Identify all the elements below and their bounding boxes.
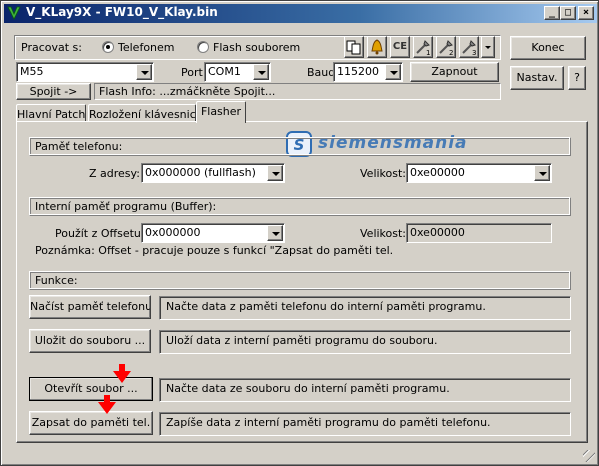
port-select[interactable]: COM1 (204, 62, 271, 82)
baud-value: 115200 (337, 65, 379, 78)
status-bar (4, 446, 597, 464)
red-arrow-icon (113, 364, 131, 383)
tools-dropdown-icon[interactable] (481, 36, 495, 58)
tab-rozlozeni[interactable]: Rozložení klávesnice (88, 104, 203, 122)
nastav-button[interactable]: Nastav. (510, 66, 564, 90)
app-icon (7, 6, 21, 20)
tool1-icon[interactable]: 1 (413, 36, 433, 58)
help-button[interactable]: ? (568, 66, 586, 90)
svg-text:1: 1 (426, 49, 430, 56)
size-select[interactable]: 0xe00000 (406, 163, 552, 183)
svg-text:3: 3 (472, 49, 476, 56)
mode-phone-label[interactable]: Telefonem (118, 41, 175, 54)
mode-file-label[interactable]: Flash souborem (213, 41, 300, 54)
from-addr-value: 0x000000 (fullflash) (145, 166, 256, 179)
window-title: V_KLay9X - FW10_V_Klay.bin (26, 5, 218, 19)
ce-icon[interactable]: CE (390, 36, 410, 58)
functions-title: Funkce: (35, 274, 78, 287)
model-select[interactable]: M55 (16, 62, 154, 82)
save-to-file-desc: Uloží data z interní paměti programu do … (159, 330, 571, 354)
buf-size-label: Velikost: (360, 227, 407, 240)
offset-value: 0x000000 (145, 226, 201, 239)
chevron-down-icon[interactable] (267, 165, 283, 181)
mode-file-radio[interactable] (197, 41, 209, 53)
resize-grip-icon[interactable] (583, 450, 595, 462)
functions-header (29, 271, 571, 290)
tab-hlavni-patch[interactable]: Hlavní Patch (16, 104, 86, 122)
baud-select[interactable]: 115200 (333, 62, 403, 82)
port-label: Port (181, 66, 203, 79)
size-label: Velikost: (360, 167, 407, 180)
write-phone-mem-button[interactable]: Zapsat do paměti tel. (29, 411, 153, 435)
main-window: V_KLay9X - FW10_V_Klay.bin _ □ × Pracova… (0, 0, 599, 466)
red-arrow-icon (98, 395, 116, 414)
maximize-button[interactable]: □ (560, 6, 576, 20)
save-to-file-button[interactable]: Uložit do souboru ... (29, 329, 151, 353)
read-phone-mem-button[interactable]: Načíst paměť telefonu (29, 295, 151, 319)
tab-flasher[interactable]: Flasher (196, 101, 246, 123)
tool3-icon[interactable]: 3 (459, 36, 479, 58)
chevron-down-icon[interactable] (136, 64, 152, 80)
zapnout-button[interactable]: Zapnout (410, 62, 499, 82)
write-phone-mem-desc: Zapíše data z interní paměti programu do… (159, 412, 571, 436)
svg-text:2: 2 (449, 49, 453, 56)
minimize-button[interactable]: _ (544, 6, 560, 20)
open-file-desc: Načte data ze souboru do interní paměti … (159, 378, 571, 402)
spojit-button[interactable]: Spojit -> (16, 83, 91, 100)
port-value: COM1 (208, 65, 241, 78)
phone-mem-title: Paměť telefonu: (35, 140, 123, 153)
from-addr-label: Z adresy: (89, 167, 140, 180)
from-addr-select[interactable]: 0x000000 (fullflash) (141, 163, 285, 183)
offset-label: Použít z Offsetu: (55, 227, 145, 240)
open-file-button[interactable]: Otevřít soubor ... (29, 377, 153, 401)
buf-size-field: 0xe00000 (406, 223, 552, 243)
offset-note: Poznámka: Offset - pracuje pouze s funkc… (35, 244, 394, 257)
title-bar[interactable]: V_KLay9X - FW10_V_Klay.bin _ □ × (4, 4, 597, 23)
chevron-down-icon[interactable] (534, 165, 550, 181)
chevron-down-icon[interactable] (253, 64, 269, 80)
size-value: 0xe00000 (410, 166, 465, 179)
mode-phone-radio[interactable] (102, 41, 114, 53)
buffer-title: Interní paměť programu (Buffer): (35, 200, 217, 213)
read-phone-mem-desc: Načte data z paměti telefonu do interní … (159, 296, 571, 320)
flash-info-text: Flash Info: ...zmáčkněte Spojit... (99, 85, 276, 98)
konec-button[interactable]: Konec (510, 36, 586, 60)
bell-icon[interactable] (367, 36, 387, 58)
offset-select[interactable]: 0x000000 (141, 223, 285, 243)
mode-label: Pracovat s: (21, 41, 82, 54)
chevron-down-icon[interactable] (385, 64, 401, 80)
baud-label: Baud (307, 66, 336, 79)
close-button[interactable]: × (578, 6, 594, 20)
copy-icon[interactable] (344, 36, 364, 58)
tool2-icon[interactable]: 2 (436, 36, 456, 58)
model-value: M55 (20, 65, 44, 78)
chevron-down-icon[interactable] (267, 225, 283, 241)
